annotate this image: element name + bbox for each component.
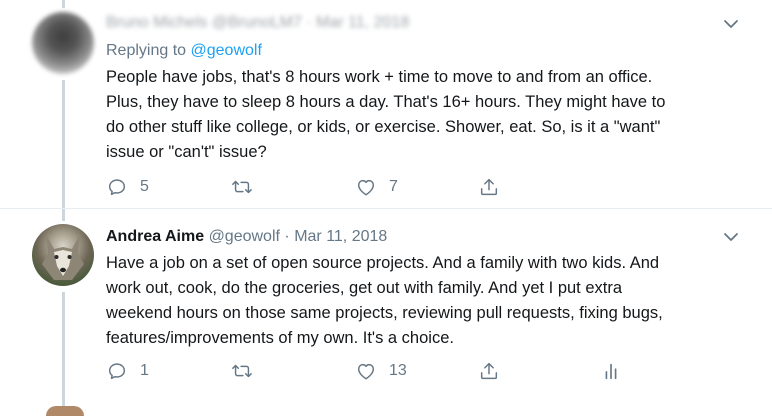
thread-line [62, 209, 65, 221]
tweet-text: People have jobs, that's 8 hours work + … [106, 65, 746, 165]
thread-line [62, 0, 65, 8]
retweet-icon [232, 180, 252, 194]
retweet-button[interactable] [231, 175, 253, 199]
tweet-header: Bruno Michels @BrunoLM7 · Mar 11, 2018 [106, 14, 410, 31]
tweet-text-line: People have jobs, that's 8 hours work + … [106, 68, 653, 86]
reply-button[interactable]: 5 [106, 175, 149, 199]
share-button[interactable] [478, 359, 500, 383]
thread-line [62, 80, 65, 208]
share-icon [480, 362, 498, 380]
tweet-date[interactable]: Mar 11, 2018 [294, 228, 387, 245]
share-icon [480, 178, 498, 196]
wolf-avatar-image [42, 234, 84, 280]
like-button[interactable]: 7 [355, 175, 398, 199]
share-button[interactable] [478, 175, 500, 199]
tweet-text-line: do other stuff like college, or kids, or… [106, 118, 661, 136]
retweet-button[interactable] [231, 359, 253, 383]
reply-icon [108, 179, 126, 196]
mention-link[interactable]: @geowolf [191, 42, 262, 59]
like-icon [357, 179, 375, 196]
tweet[interactable]: Andrea Aime @geowolf · Mar 11, 2018 Have… [0, 208, 772, 412]
reply-count: 5 [140, 178, 149, 195]
tweet-date[interactable]: Mar 11, 2018 [316, 14, 409, 31]
tweet-text-line: Have a job on a set of open source proje… [106, 254, 660, 272]
like-count: 7 [389, 178, 398, 195]
tweet-text-line: Plus, they have to sleep 8 hours a day. … [106, 93, 666, 111]
reply-count: 1 [140, 362, 149, 379]
replying-to: Replying to @geowolf [106, 42, 262, 60]
chevron-down-icon[interactable] [722, 228, 740, 246]
author-handle[interactable]: @geowolf [209, 228, 280, 245]
tweet[interactable]: Bruno Michels @BrunoLM7 · Mar 11, 2018 R… [0, 0, 772, 208]
avatar[interactable] [32, 224, 94, 286]
author-name[interactable]: Andrea Aime [106, 228, 204, 245]
tweet-header: Andrea Aime @geowolf · Mar 11, 2018 [106, 228, 387, 246]
chevron-down-icon[interactable] [722, 15, 740, 33]
reply-icon [108, 363, 126, 380]
tweet-text-line: work out, cook, do the groceries, get ou… [106, 279, 623, 297]
tweet-text-line: issue or "can't" issue? [106, 143, 267, 161]
retweet-icon [232, 364, 252, 378]
author-name[interactable]: Bruno Michels [106, 14, 207, 31]
analytics-icon [605, 363, 617, 380]
tweet-text-line: weekend hours on those same projects, re… [106, 304, 663, 322]
next-avatar-peek [46, 406, 84, 416]
replying-to-label: Replying to [106, 42, 187, 59]
separator-dot: · [284, 228, 290, 245]
tweet-text-line: features/improvements of my own. It's a … [106, 329, 454, 347]
tweet-text: Have a job on a set of open source proje… [106, 251, 746, 351]
author-handle[interactable]: @BrunoLM7 [212, 14, 302, 31]
avatar[interactable] [32, 12, 94, 74]
like-count: 13 [389, 362, 407, 379]
thread-line [62, 292, 65, 412]
reply-button[interactable]: 1 [106, 359, 149, 383]
like-button[interactable]: 13 [355, 359, 407, 383]
like-icon [357, 363, 375, 380]
analytics-button[interactable] [600, 359, 622, 383]
